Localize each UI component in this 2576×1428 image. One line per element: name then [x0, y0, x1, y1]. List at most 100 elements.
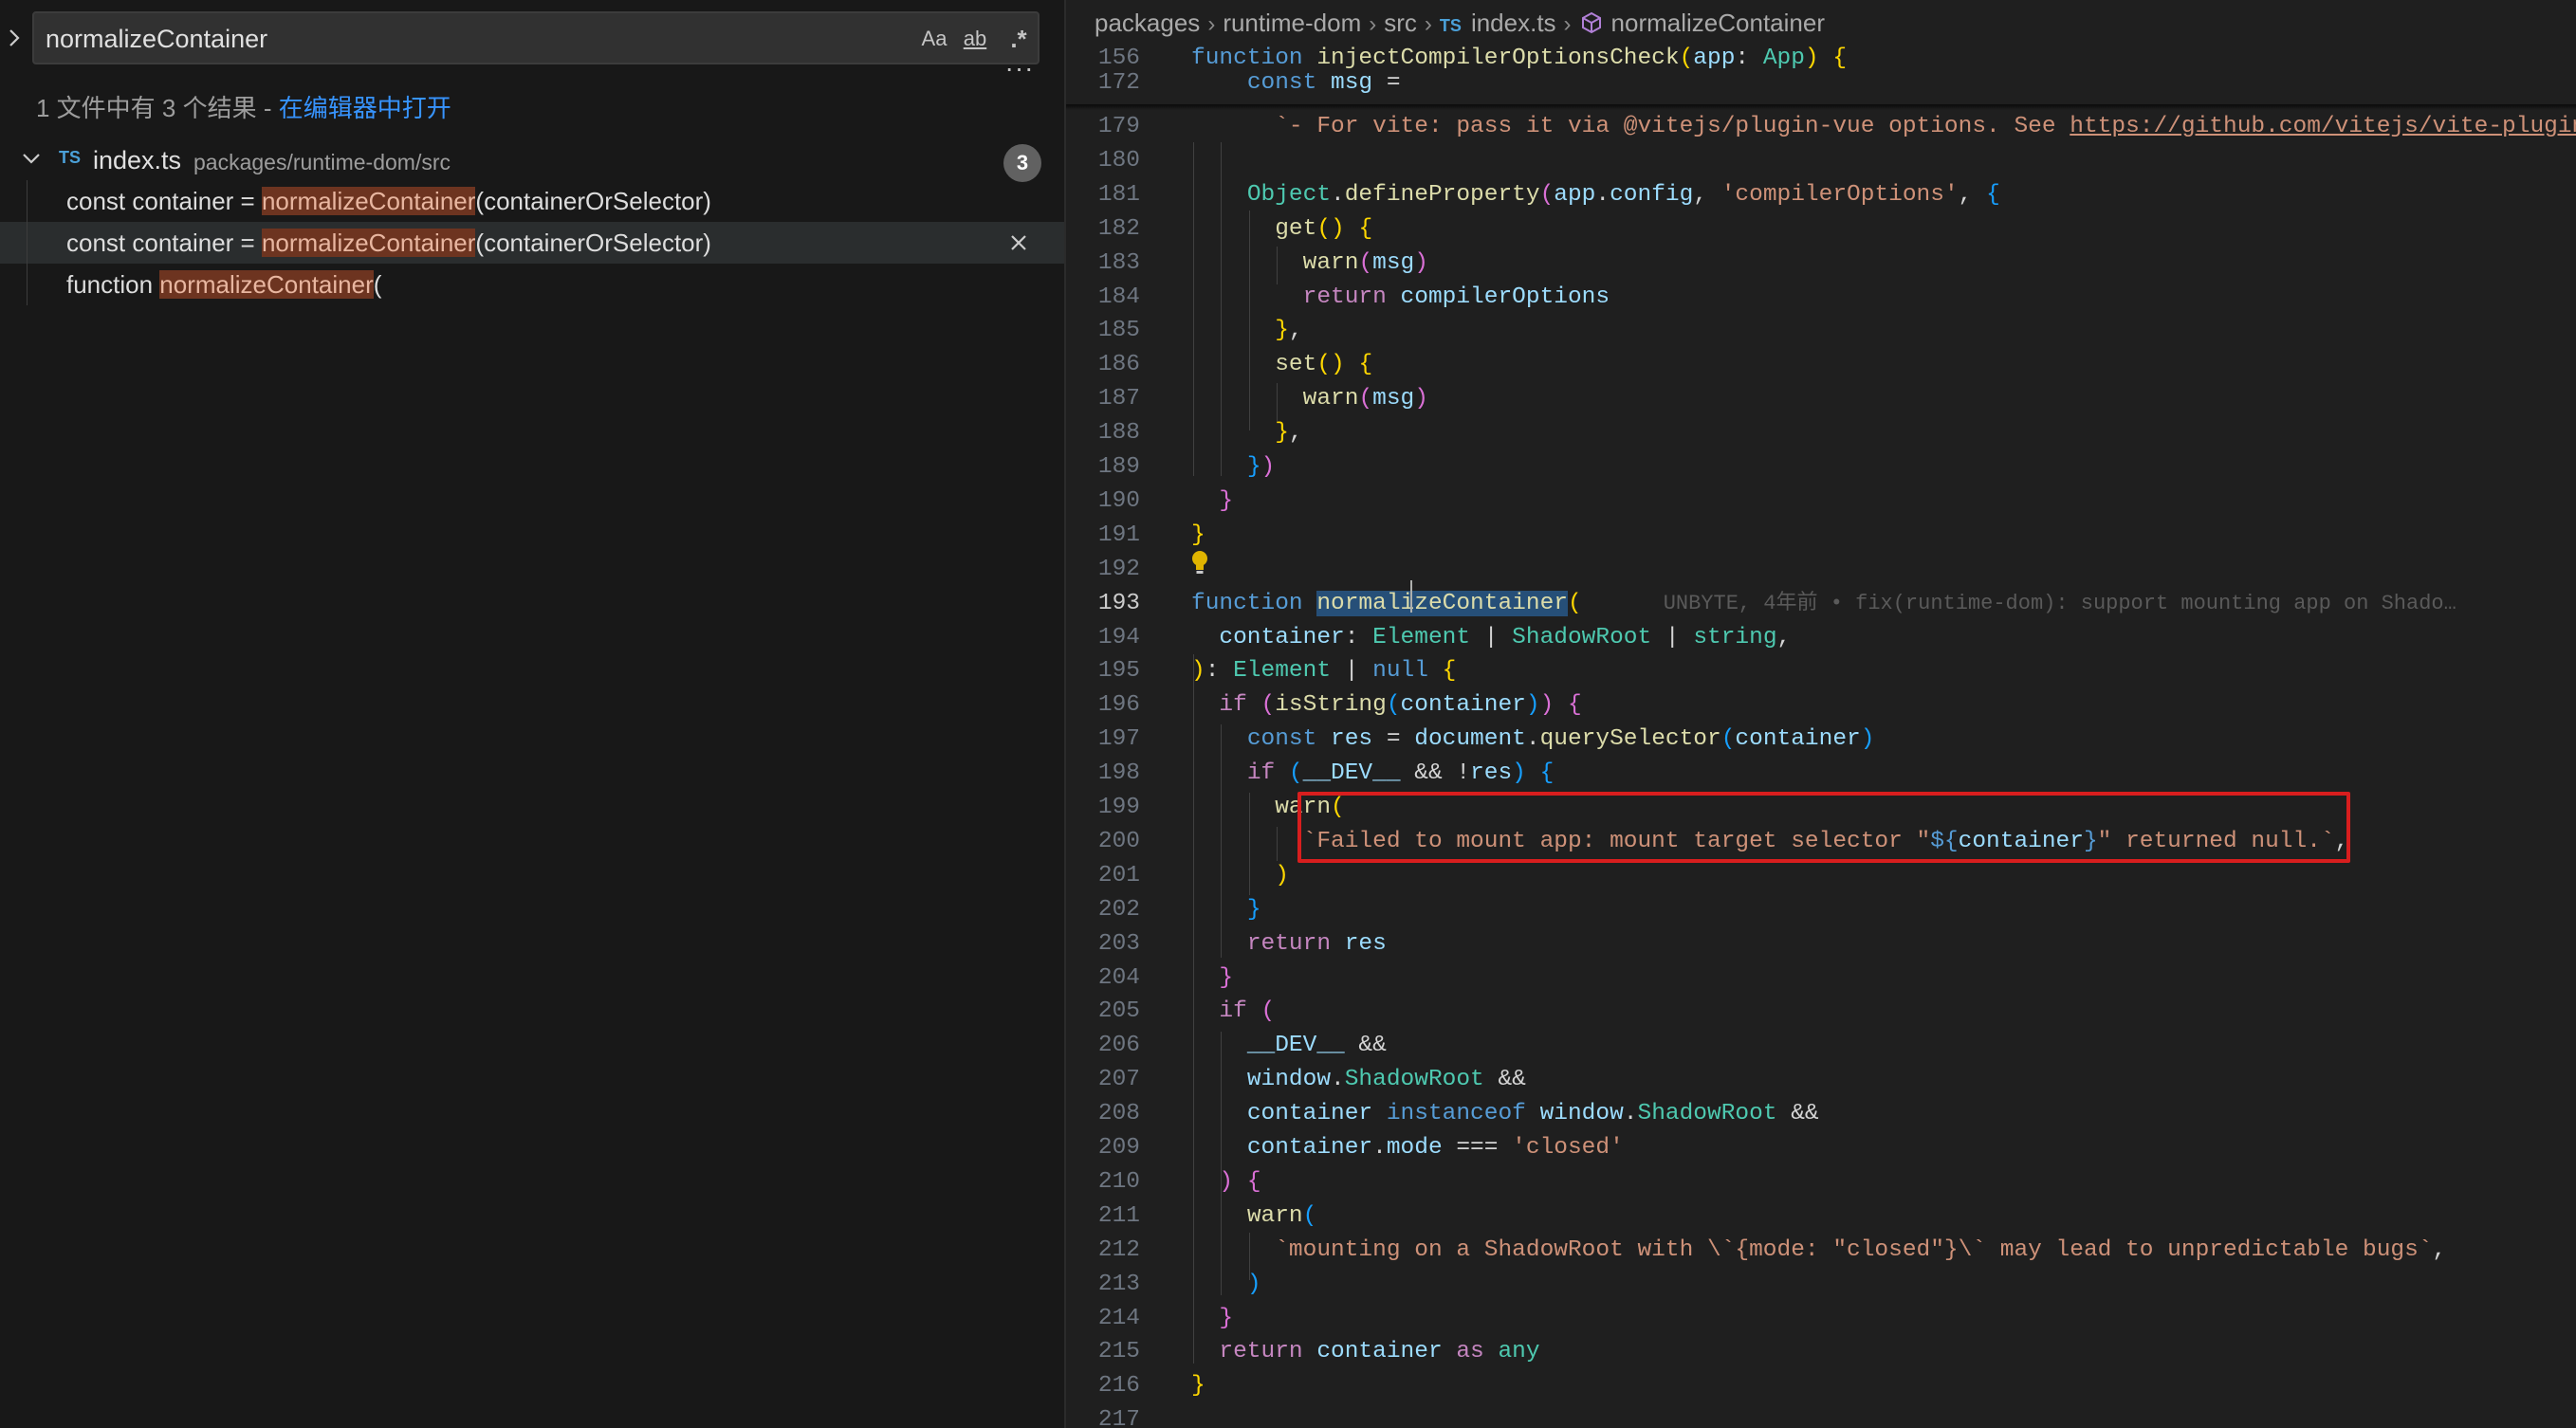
- breadcrumb-symbol[interactable]: normalizeContainer: [1611, 9, 1825, 37]
- code-line[interactable]: 208 container instanceof window.ShadowRo…: [1066, 1097, 2576, 1131]
- code-line[interactable]: 201 ): [1066, 859, 2576, 893]
- search-box[interactable]: Aa ab .*: [32, 11, 1040, 64]
- text-cursor: [1410, 580, 1412, 613]
- code-line[interactable]: 189 }): [1066, 450, 2576, 485]
- breadcrumb-item[interactable]: src: [1384, 9, 1417, 37]
- chevron-right-icon: ›: [1563, 11, 1572, 37]
- code-line[interactable]: 204 }: [1066, 961, 2576, 996]
- code-line[interactable]: 196 if (isString(container)) {: [1066, 688, 2576, 723]
- code-token: |: [1651, 624, 1694, 650]
- code-line[interactable]: 214 }: [1066, 1302, 2576, 1336]
- result-count-badge: 3: [1003, 144, 1041, 182]
- code-line[interactable]: 188 },: [1066, 416, 2576, 450]
- code-token: {: [1246, 1168, 1261, 1195]
- code-text: ): [1191, 1268, 1261, 1302]
- code-line[interactable]: 195 ): Element | null {: [1066, 654, 2576, 688]
- chevron-right-icon: ›: [1424, 11, 1432, 37]
- code-line[interactable]: 198 if (__DEV__ && !res) {: [1066, 757, 2576, 791]
- code-token: container: [1316, 1339, 1443, 1365]
- code-line[interactable]: 217: [1066, 1403, 2576, 1428]
- code-line[interactable]: 194 container: Element | ShadowRoot | st…: [1066, 621, 2576, 655]
- code-text: ): Element | null {: [1191, 654, 1456, 688]
- breadcrumb-item[interactable]: packages: [1095, 9, 1200, 37]
- code-token: }: [1275, 318, 1289, 344]
- code-token: (: [1288, 760, 1303, 787]
- code-line[interactable]: 203 return res: [1066, 927, 2576, 961]
- code-token: {: [1442, 658, 1457, 685]
- match-row[interactable]: const container = normalizeContainer(con…: [0, 222, 1064, 264]
- code-token: warn: [1302, 386, 1359, 412]
- code-line[interactable]: 212 `mounting on a ShadowRoot with \`{mo…: [1066, 1234, 2576, 1268]
- code-line[interactable]: 179 `- For vite: pass it via @vitejs/plu…: [1066, 110, 2576, 144]
- code-line[interactable]: 213 ): [1066, 1268, 2576, 1302]
- line-number: 205: [1097, 998, 1140, 1025]
- code-token: get: [1275, 215, 1317, 242]
- code-line[interactable]: 187 warn(msg): [1066, 382, 2576, 416]
- code-token: {: [1358, 352, 1373, 378]
- match-row[interactable]: const container = normalizeContainer(con…: [0, 180, 1064, 222]
- code-line[interactable]: 181 Object.defineProperty(app.config, 'c…: [1066, 178, 2576, 212]
- result-file-row[interactable]: TS index.ts packages/runtime-dom/src: [0, 142, 1064, 180]
- indent-guide: [1248, 1233, 1250, 1280]
- line-number: 212: [1097, 1236, 1140, 1263]
- match-row[interactable]: function normalizeContainer(: [0, 264, 1064, 305]
- code-line[interactable]: 215 return container as any: [1066, 1335, 2576, 1369]
- code-line[interactable]: 207 window.ShadowRoot &&: [1066, 1063, 2576, 1097]
- code-line[interactable]: 205 if (: [1066, 995, 2576, 1029]
- line-number: 209: [1097, 1135, 1140, 1161]
- match-case-icon[interactable]: Aa: [918, 21, 950, 57]
- code-token: ,: [1958, 181, 1987, 208]
- code-token: return: [1302, 284, 1401, 310]
- open-in-editor-link[interactable]: 在编辑器中打开: [279, 94, 451, 122]
- line-number: 189: [1097, 454, 1140, 480]
- code-token: defineProperty: [1344, 181, 1540, 208]
- code-line[interactable]: 192: [1066, 553, 2576, 587]
- code-token: ): [1539, 692, 1555, 719]
- chevron-right-icon: ›: [1207, 11, 1216, 37]
- breadcrumb: packages › runtime-dom › src › TS index.ts › norm…: [1095, 4, 1825, 42]
- line-number: 195: [1097, 658, 1140, 685]
- code-token: }: [1246, 896, 1261, 923]
- code-line[interactable]: 190 }: [1066, 485, 2576, 519]
- chevron-right-icon[interactable]: [6, 21, 28, 55]
- code-line[interactable]: 193 function normalizeContainer(UNBYTE, 4…: [1066, 587, 2576, 621]
- code-line[interactable]: 183 warn(msg): [1066, 247, 2576, 281]
- breadcrumb-file[interactable]: index.ts: [1471, 9, 1556, 37]
- code-line[interactable]: 197 const res = document.querySelector(c…: [1066, 723, 2576, 757]
- code-line[interactable]: 210 ) {: [1066, 1165, 2576, 1199]
- line-number: 201: [1097, 862, 1140, 888]
- code-line[interactable]: 185 },: [1066, 314, 2576, 348]
- code-line[interactable]: 206 __DEV__ &&: [1066, 1029, 2576, 1063]
- code-token: container: [1735, 726, 1861, 753]
- code-token: ===: [1442, 1135, 1513, 1161]
- code-line[interactable]: 182 get() {: [1066, 212, 2576, 247]
- code-line[interactable]: 184 return compilerOptions: [1066, 281, 2576, 315]
- code-token: (: [1358, 386, 1373, 412]
- whole-word-icon[interactable]: ab: [956, 21, 994, 57]
- regex-icon[interactable]: .*: [1002, 21, 1036, 57]
- search-input[interactable]: [46, 23, 899, 55]
- breadcrumb-item[interactable]: runtime-dom: [1223, 9, 1361, 37]
- code-line[interactable]: 202 }: [1066, 893, 2576, 927]
- code-line[interactable]: 172 const msg =: [1066, 66, 2576, 96]
- code-line[interactable]: 191}: [1066, 519, 2576, 553]
- code-token: .: [1331, 181, 1345, 208]
- code-token: ): [1414, 386, 1428, 412]
- code-token: if: [1219, 998, 1247, 1025]
- line-number: 215: [1097, 1339, 1140, 1365]
- ellipsis-icon[interactable]: ···: [996, 55, 1043, 87]
- code-line[interactable]: 211 warn(: [1066, 1199, 2576, 1234]
- code-token: .: [1595, 181, 1610, 208]
- code-text: window.ShadowRoot &&: [1191, 1063, 1526, 1097]
- code-line[interactable]: 209 container.mode === 'closed': [1066, 1131, 2576, 1165]
- lightbulb-icon[interactable]: [1189, 550, 1210, 575]
- sticky-scroll-shadow: [1066, 104, 2576, 110]
- code-line[interactable]: 180: [1066, 144, 2576, 178]
- code-line[interactable]: 186 set() {: [1066, 348, 2576, 382]
- chevron-down-icon[interactable]: [19, 146, 44, 171]
- code-editor[interactable]: packages › runtime-dom › src › TS index.ts › norm…: [1066, 0, 2576, 1428]
- code-line[interactable]: 216}: [1066, 1369, 2576, 1403]
- dismiss-icon[interactable]: [1003, 228, 1034, 258]
